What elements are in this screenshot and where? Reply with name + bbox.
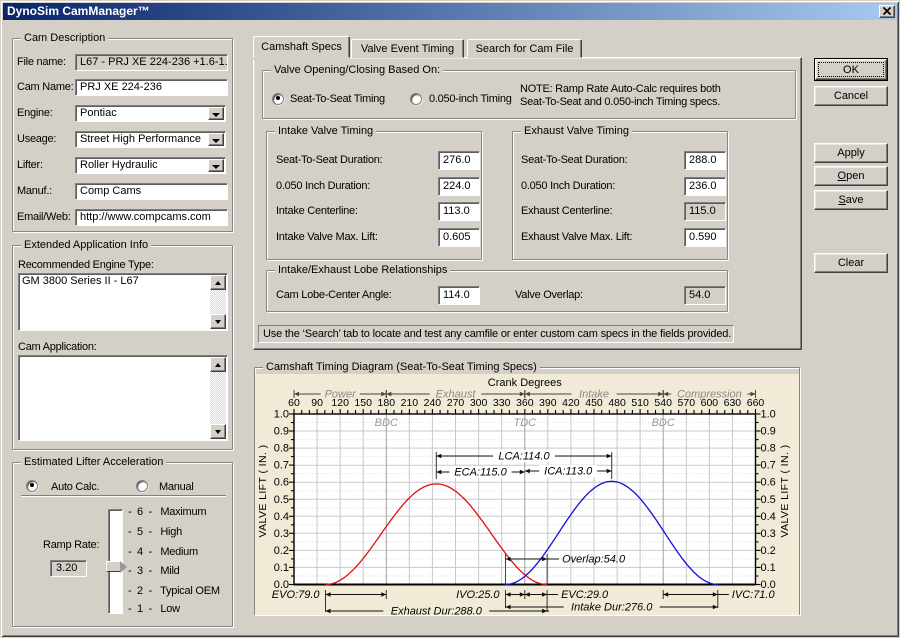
svg-text:0.9: 0.9 bbox=[761, 426, 776, 438]
svg-text:0.1: 0.1 bbox=[274, 562, 289, 574]
svg-text:540: 540 bbox=[654, 397, 672, 409]
svg-text:210: 210 bbox=[401, 397, 419, 409]
svg-text:Exhaust Dur:288.0: Exhaust Dur:288.0 bbox=[391, 606, 483, 616]
svg-text:0.2: 0.2 bbox=[274, 545, 289, 557]
svg-text:IVC:71.0: IVC:71.0 bbox=[732, 589, 776, 601]
svg-text:BDC: BDC bbox=[652, 417, 675, 429]
svg-text:EVO:79.0: EVO:79.0 bbox=[272, 589, 321, 601]
svg-text:510: 510 bbox=[631, 397, 649, 409]
svg-text:Crank Degrees: Crank Degrees bbox=[488, 377, 562, 389]
svg-text:330: 330 bbox=[493, 397, 511, 409]
svg-text:Compression: Compression bbox=[677, 389, 742, 401]
svg-text:BDC: BDC bbox=[375, 417, 398, 429]
svg-text:VALVE LIFT ( IN. ): VALVE LIFT ( IN. ) bbox=[257, 445, 269, 538]
svg-text:Overlap:54.0: Overlap:54.0 bbox=[562, 554, 626, 566]
svg-text:90: 90 bbox=[311, 397, 323, 409]
svg-text:0.1: 0.1 bbox=[761, 562, 776, 574]
svg-text:60: 60 bbox=[288, 397, 300, 409]
svg-text:Intake: Intake bbox=[579, 389, 609, 401]
svg-text:EVC:29.0: EVC:29.0 bbox=[561, 589, 609, 601]
svg-text:0.5: 0.5 bbox=[761, 494, 776, 506]
svg-text:Intake Dur:276.0: Intake Dur:276.0 bbox=[571, 602, 653, 614]
svg-text:0.4: 0.4 bbox=[274, 511, 289, 523]
svg-text:0.7: 0.7 bbox=[761, 460, 776, 472]
svg-text:360: 360 bbox=[516, 397, 534, 409]
svg-text:IVO:25.0: IVO:25.0 bbox=[456, 589, 500, 601]
svg-text:0.6: 0.6 bbox=[274, 477, 289, 489]
svg-text:420: 420 bbox=[562, 397, 580, 409]
svg-text:0.2: 0.2 bbox=[761, 545, 776, 557]
svg-text:180: 180 bbox=[378, 397, 396, 409]
svg-text:0.3: 0.3 bbox=[274, 528, 289, 540]
svg-text:ECA:115.0: ECA:115.0 bbox=[454, 467, 507, 479]
svg-text:1.0: 1.0 bbox=[761, 409, 776, 421]
svg-text:0.7: 0.7 bbox=[274, 460, 289, 472]
svg-text:VALVE LIFT ( IN. ): VALVE LIFT ( IN. ) bbox=[779, 445, 791, 538]
svg-text:1.0: 1.0 bbox=[274, 409, 289, 421]
svg-text:0.3: 0.3 bbox=[761, 528, 776, 540]
svg-text:TDC: TDC bbox=[513, 417, 536, 429]
svg-text:390: 390 bbox=[539, 397, 557, 409]
svg-text:Exhaust: Exhaust bbox=[436, 389, 477, 401]
svg-text:0.8: 0.8 bbox=[274, 443, 289, 455]
svg-text:0.8: 0.8 bbox=[761, 443, 776, 455]
svg-text:0.4: 0.4 bbox=[761, 511, 776, 523]
svg-text:150: 150 bbox=[354, 397, 372, 409]
svg-text:ICA:113.0: ICA:113.0 bbox=[544, 466, 593, 478]
svg-text:0.5: 0.5 bbox=[274, 494, 289, 506]
svg-text:660: 660 bbox=[747, 397, 765, 409]
svg-text:LCA:114.0: LCA:114.0 bbox=[498, 451, 550, 463]
svg-text:480: 480 bbox=[608, 397, 626, 409]
svg-text:Power: Power bbox=[325, 389, 358, 401]
svg-text:0.6: 0.6 bbox=[761, 477, 776, 489]
svg-text:0.9: 0.9 bbox=[274, 426, 289, 438]
